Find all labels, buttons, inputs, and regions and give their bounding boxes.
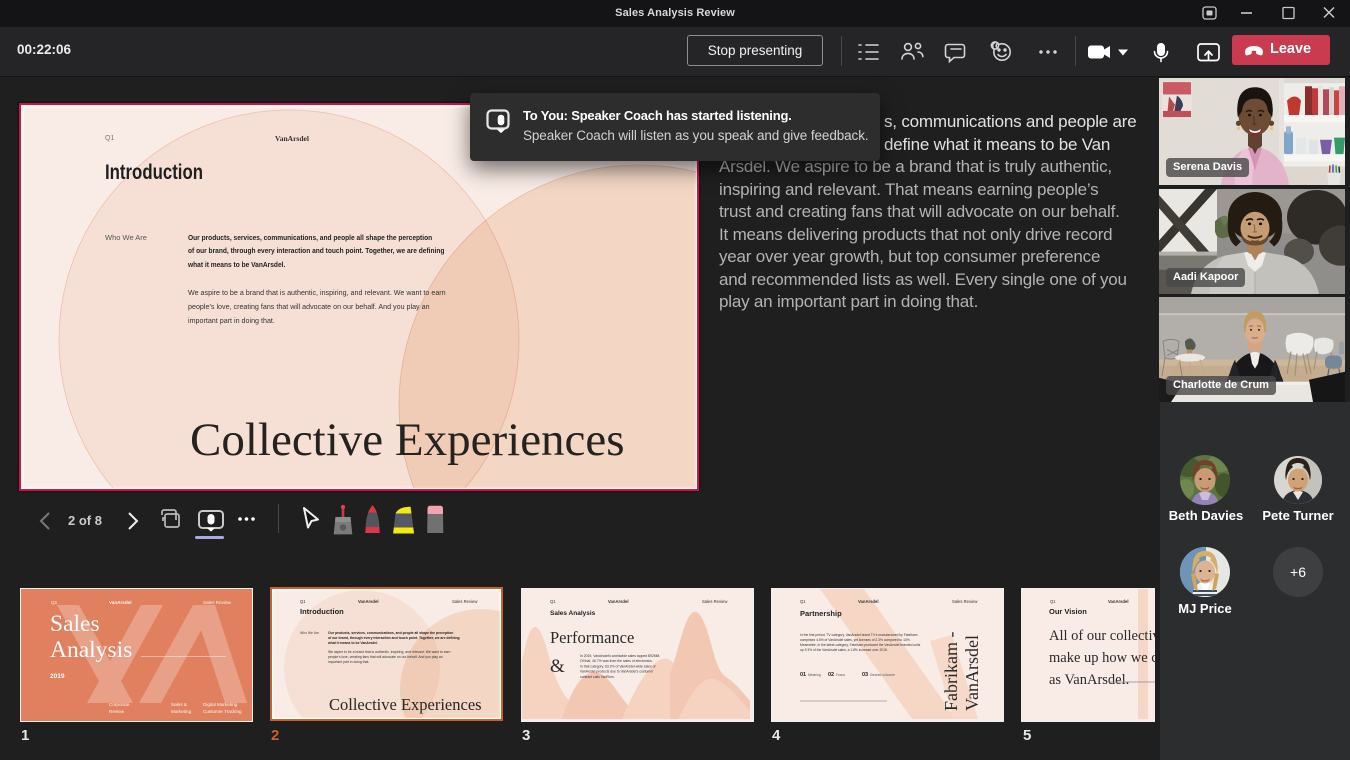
svg-text:Customer Tracking: Customer Tracking bbox=[203, 709, 242, 714]
svg-text:Review: Review bbox=[109, 709, 125, 714]
svg-text:Corporate: Corporate bbox=[109, 702, 130, 707]
svg-text:VanArsdel: VanArsdel bbox=[1108, 599, 1128, 604]
svg-text:Q1: Q1 bbox=[300, 599, 306, 604]
svg-text:contract calls VanRom.: contract calls VanRom. bbox=[580, 675, 615, 679]
svg-text:Q1: Q1 bbox=[550, 599, 556, 604]
svg-text:up 9.3% of the VanArsdel sales: up 9.3% of the VanArsdel sales, a 1.8% i… bbox=[800, 648, 888, 652]
svg-text:In the first period, TV catego: In the first period, TV category, VanArs… bbox=[800, 633, 918, 637]
svg-text:Of that, 46.7% was from the sa: Of that, 46.7% was from the sales of ele… bbox=[580, 659, 653, 663]
svg-text:Our Vision: Our Vision bbox=[1049, 607, 1087, 616]
svg-text:of our brand, through every in: of our brand, through every interaction … bbox=[328, 636, 460, 640]
svg-text:Our products, services, commun: Our products, services, communications, … bbox=[328, 631, 453, 635]
svg-text:Sales Analysis: Sales Analysis bbox=[550, 610, 596, 617]
svg-text:what it means to be VanArsdel.: what it means to be VanArsdel. bbox=[327, 641, 378, 645]
svg-text:VanArsdel: VanArsdel bbox=[962, 635, 982, 711]
svg-text:Sales Review: Sales Review bbox=[203, 600, 232, 605]
svg-text:Meaning: Meaning bbox=[808, 673, 821, 677]
svg-text:Performance: Performance bbox=[550, 628, 634, 647]
svg-text:Sales: Sales bbox=[50, 611, 100, 637]
svg-text:VanArsdel: VanArsdel bbox=[608, 599, 628, 604]
svg-text:Sales Review: Sales Review bbox=[702, 599, 728, 604]
svg-text:Collective Experiences: Collective Experiences bbox=[329, 695, 482, 714]
svg-text:Who We Are: Who We Are bbox=[300, 631, 319, 635]
svg-text:Sales &: Sales & bbox=[171, 702, 187, 707]
svg-text:2019: 2019 bbox=[50, 673, 65, 680]
svg-text:Focus: Focus bbox=[836, 673, 845, 677]
svg-text:VanArsdel: VanArsdel bbox=[358, 599, 378, 604]
svg-text:In 2019, VanArsdel's worldwide: In 2019, VanArsdel's worldwide sales top… bbox=[580, 654, 660, 658]
svg-text:All of our collective: All of our collective bbox=[1049, 628, 1155, 644]
svg-text:Analysis: Analysis bbox=[50, 637, 132, 663]
svg-text:Marketing: Marketing bbox=[171, 709, 192, 714]
svg-text:01: 01 bbox=[800, 672, 806, 678]
svg-text:comprised 4.6% of VanArsdel sa: comprised 4.6% of VanArsdel sales, yet l… bbox=[800, 638, 911, 642]
svg-text:Meanwhile, in the latest categ: Meanwhile, in the latest category, Fabri… bbox=[800, 643, 921, 647]
svg-text:VanArsdel: VanArsdel bbox=[858, 599, 878, 604]
svg-text:as VanArsdel.: as VanArsdel. bbox=[1049, 672, 1129, 688]
svg-text:Q1: Q1 bbox=[800, 599, 806, 604]
svg-text:03: 03 bbox=[862, 672, 868, 678]
svg-text:&: & bbox=[550, 656, 565, 677]
svg-text:Introduction: Introduction bbox=[300, 607, 344, 616]
svg-text:Q1: Q1 bbox=[51, 600, 58, 605]
svg-text:Digital Marketing: Digital Marketing bbox=[203, 702, 238, 707]
svg-text:VanArsdel: VanArsdel bbox=[109, 600, 131, 605]
svg-text:Partnership: Partnership bbox=[800, 609, 842, 618]
svg-text:Fabrikam -: Fabrikam - bbox=[941, 632, 961, 711]
svg-text:In that category, 63.2% of Van: In that category, 63.2% of VanArsdel-wid… bbox=[580, 664, 656, 668]
svg-text:important part in doing that.: important part in doing that. bbox=[328, 660, 369, 664]
svg-text:02: 02 bbox=[828, 672, 834, 678]
svg-text:VanArsdel products due to VanA: VanArsdel products due to VanArsdel's cu… bbox=[580, 670, 654, 674]
svg-text:people's love, creating fans t: people's love, creating fans that will a… bbox=[328, 655, 443, 659]
svg-text:We aspire to be a brand that i: We aspire to be a brand that is authenti… bbox=[328, 650, 450, 654]
svg-text:Sales Review: Sales Review bbox=[952, 599, 978, 604]
svg-text:Q1: Q1 bbox=[1050, 599, 1056, 604]
svg-text:Desired outcome: Desired outcome bbox=[870, 673, 895, 677]
svg-text:Sales Review: Sales Review bbox=[452, 599, 478, 604]
svg-text:make up how we co: make up how we co bbox=[1049, 650, 1155, 666]
